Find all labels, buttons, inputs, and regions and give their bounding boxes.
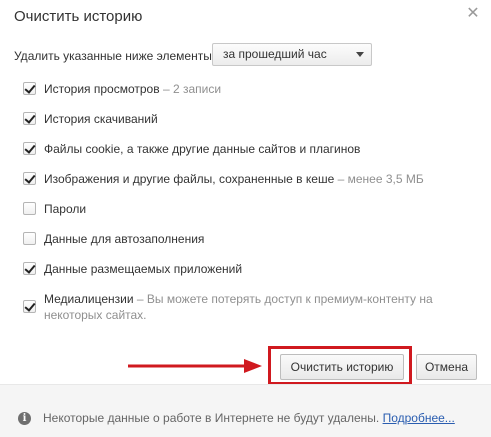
option-note: – 2 записи [162,82,222,96]
cancel-button[interactable]: Отмена [416,354,477,380]
arrow-right-icon [128,359,262,373]
period-row: Удалить указанные ниже элементы за проше… [14,43,372,68]
option-note-line2: некоторых сайтах. [44,308,147,322]
checkbox[interactable] [23,262,36,275]
option-passwords[interactable]: Пароли [23,201,463,217]
option-label: Медиалицензии – Вы можете потерять досту… [44,292,433,322]
checkbox[interactable] [23,142,36,155]
checkbox[interactable] [23,82,36,95]
checkbox[interactable] [23,202,36,215]
footer-text: Некоторые данные о работе в Интернете не… [43,411,455,425]
checkbox[interactable] [23,232,36,245]
option-download-history[interactable]: История скачиваний [23,111,463,127]
option-label: История скачиваний [44,112,158,126]
option-label: Файлы cookie, а также другие данные сайт… [44,142,361,156]
option-note: – Вы можете потерять доступ к премиум-ко… [136,292,433,306]
option-note: – менее 3,5 МБ [337,172,424,186]
period-select[interactable]: за прошедший час [212,43,372,66]
option-label: Пароли [44,202,87,216]
option-cache[interactable]: Изображения и другие файлы, сохраненные … [23,171,463,187]
period-label: Удалить указанные ниже элементы [14,49,212,63]
option-label: Данные размещаемых приложений [44,262,243,276]
info-icon: i [18,412,31,425]
option-cookies[interactable]: Файлы cookie, а также другие данные сайт… [23,141,463,157]
learn-more-link[interactable]: Подробнее... [383,411,455,425]
period-select-value: за прошедший час [223,47,327,61]
checkbox[interactable] [23,172,36,185]
chevron-down-icon [356,52,364,57]
option-browsing-history[interactable]: История просмотров – 2 записи [23,81,463,97]
checkbox[interactable] [23,300,36,313]
dialog-title: Очистить историю [14,8,143,25]
checkbox[interactable] [23,112,36,125]
close-icon[interactable]: ✕ [465,6,481,22]
option-label: История просмотров – 2 записи [44,82,222,96]
clear-history-dialog: Очистить историю ✕ Удалить указанные ниж… [0,0,491,437]
option-media-licenses[interactable]: Медиалицензии – Вы можете потерять досту… [23,291,463,323]
clear-history-button[interactable]: Очистить историю [280,354,404,380]
option-hosted-app-data[interactable]: Данные размещаемых приложений [23,261,463,277]
dialog-footer: i Некоторые данные о работе в Интернете … [0,385,491,437]
option-label: Изображения и другие файлы, сохраненные … [44,172,424,186]
option-autofill[interactable]: Данные для автозаполнения [23,231,463,247]
option-label: Данные для автозаполнения [44,232,205,246]
